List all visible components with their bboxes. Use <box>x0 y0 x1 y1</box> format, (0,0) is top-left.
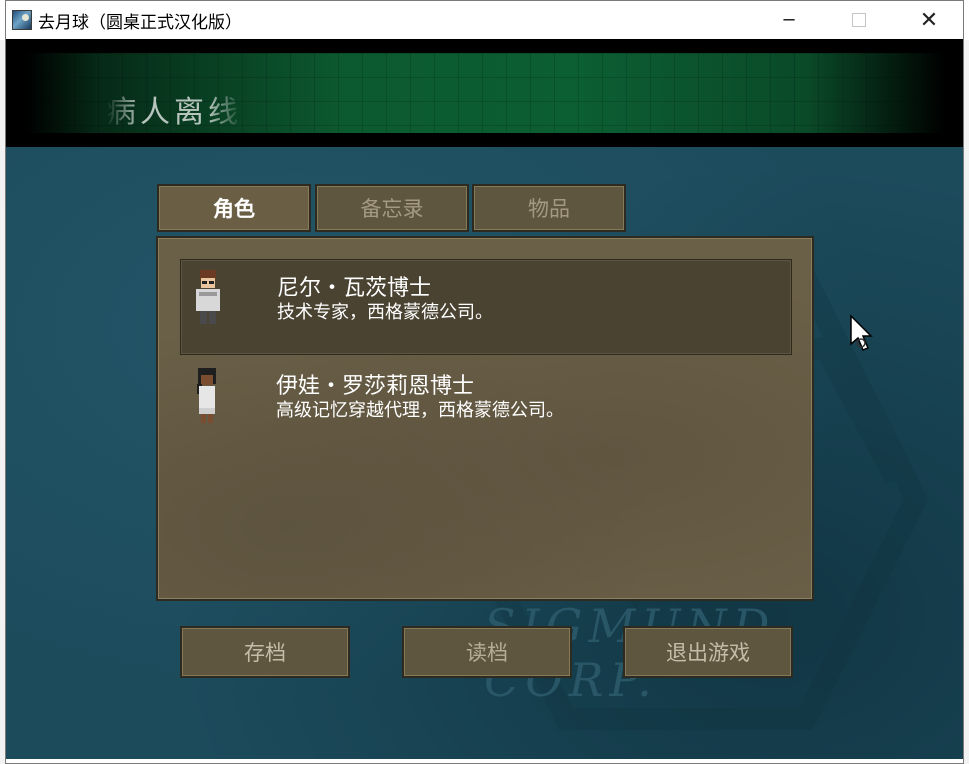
neil-sprite-icon <box>196 270 220 324</box>
minimize-button[interactable]: ─ <box>754 1 824 39</box>
tab-items[interactable]: 物品 <box>472 184 626 232</box>
tab-memos[interactable]: 备忘录 <box>315 184 469 232</box>
window-title: 去月球（圆桌正式汉化版） <box>38 12 242 32</box>
quit-game-button[interactable]: 退出游戏 <box>623 626 793 678</box>
game-window: 去月球（圆桌正式汉化版） ─ ✕ 病人离线 SIGMUND CORP. 角色 备… <box>5 0 964 764</box>
header-banner: 病人离线 <box>6 39 963 147</box>
close-button[interactable]: ✕ <box>894 1 964 39</box>
character-row-neil[interactable]: 尼尔・瓦茨博士 技术专家，西格蒙德公司。 <box>180 259 792 355</box>
save-button[interactable]: 存档 <box>180 626 350 678</box>
character-row-eva[interactable]: 伊娃・罗莎莉恩博士 高级记忆穿越代理，西格蒙德公司。 <box>180 358 792 454</box>
eva-sprite-icon <box>197 368 216 423</box>
mouse-cursor-icon <box>850 314 873 351</box>
character-list-panel: 尼尔・瓦茨博士 技术专家，西格蒙德公司。 伊娃・罗莎莉恩博士 高级记忆穿越代理，… <box>156 236 814 601</box>
app-icon <box>12 10 32 30</box>
maximize-button[interactable] <box>824 1 894 39</box>
character-description: 高级记忆穿越代理，西格蒙德公司。 <box>276 400 564 421</box>
tab-characters[interactable]: 角色 <box>157 184 311 232</box>
load-button[interactable]: 读档 <box>402 626 572 678</box>
banner-text: 病人离线 <box>106 95 242 130</box>
maximize-icon <box>852 13 866 27</box>
game-viewport: 病人离线 SIGMUND CORP. 角色 备忘录 物品 <box>6 39 963 759</box>
character-description: 技术专家，西格蒙德公司。 <box>277 302 493 323</box>
title-bar[interactable]: 去月球（圆桌正式汉化版） ─ ✕ <box>6 1 963 39</box>
banner-panel: 病人离线 <box>26 53 946 133</box>
